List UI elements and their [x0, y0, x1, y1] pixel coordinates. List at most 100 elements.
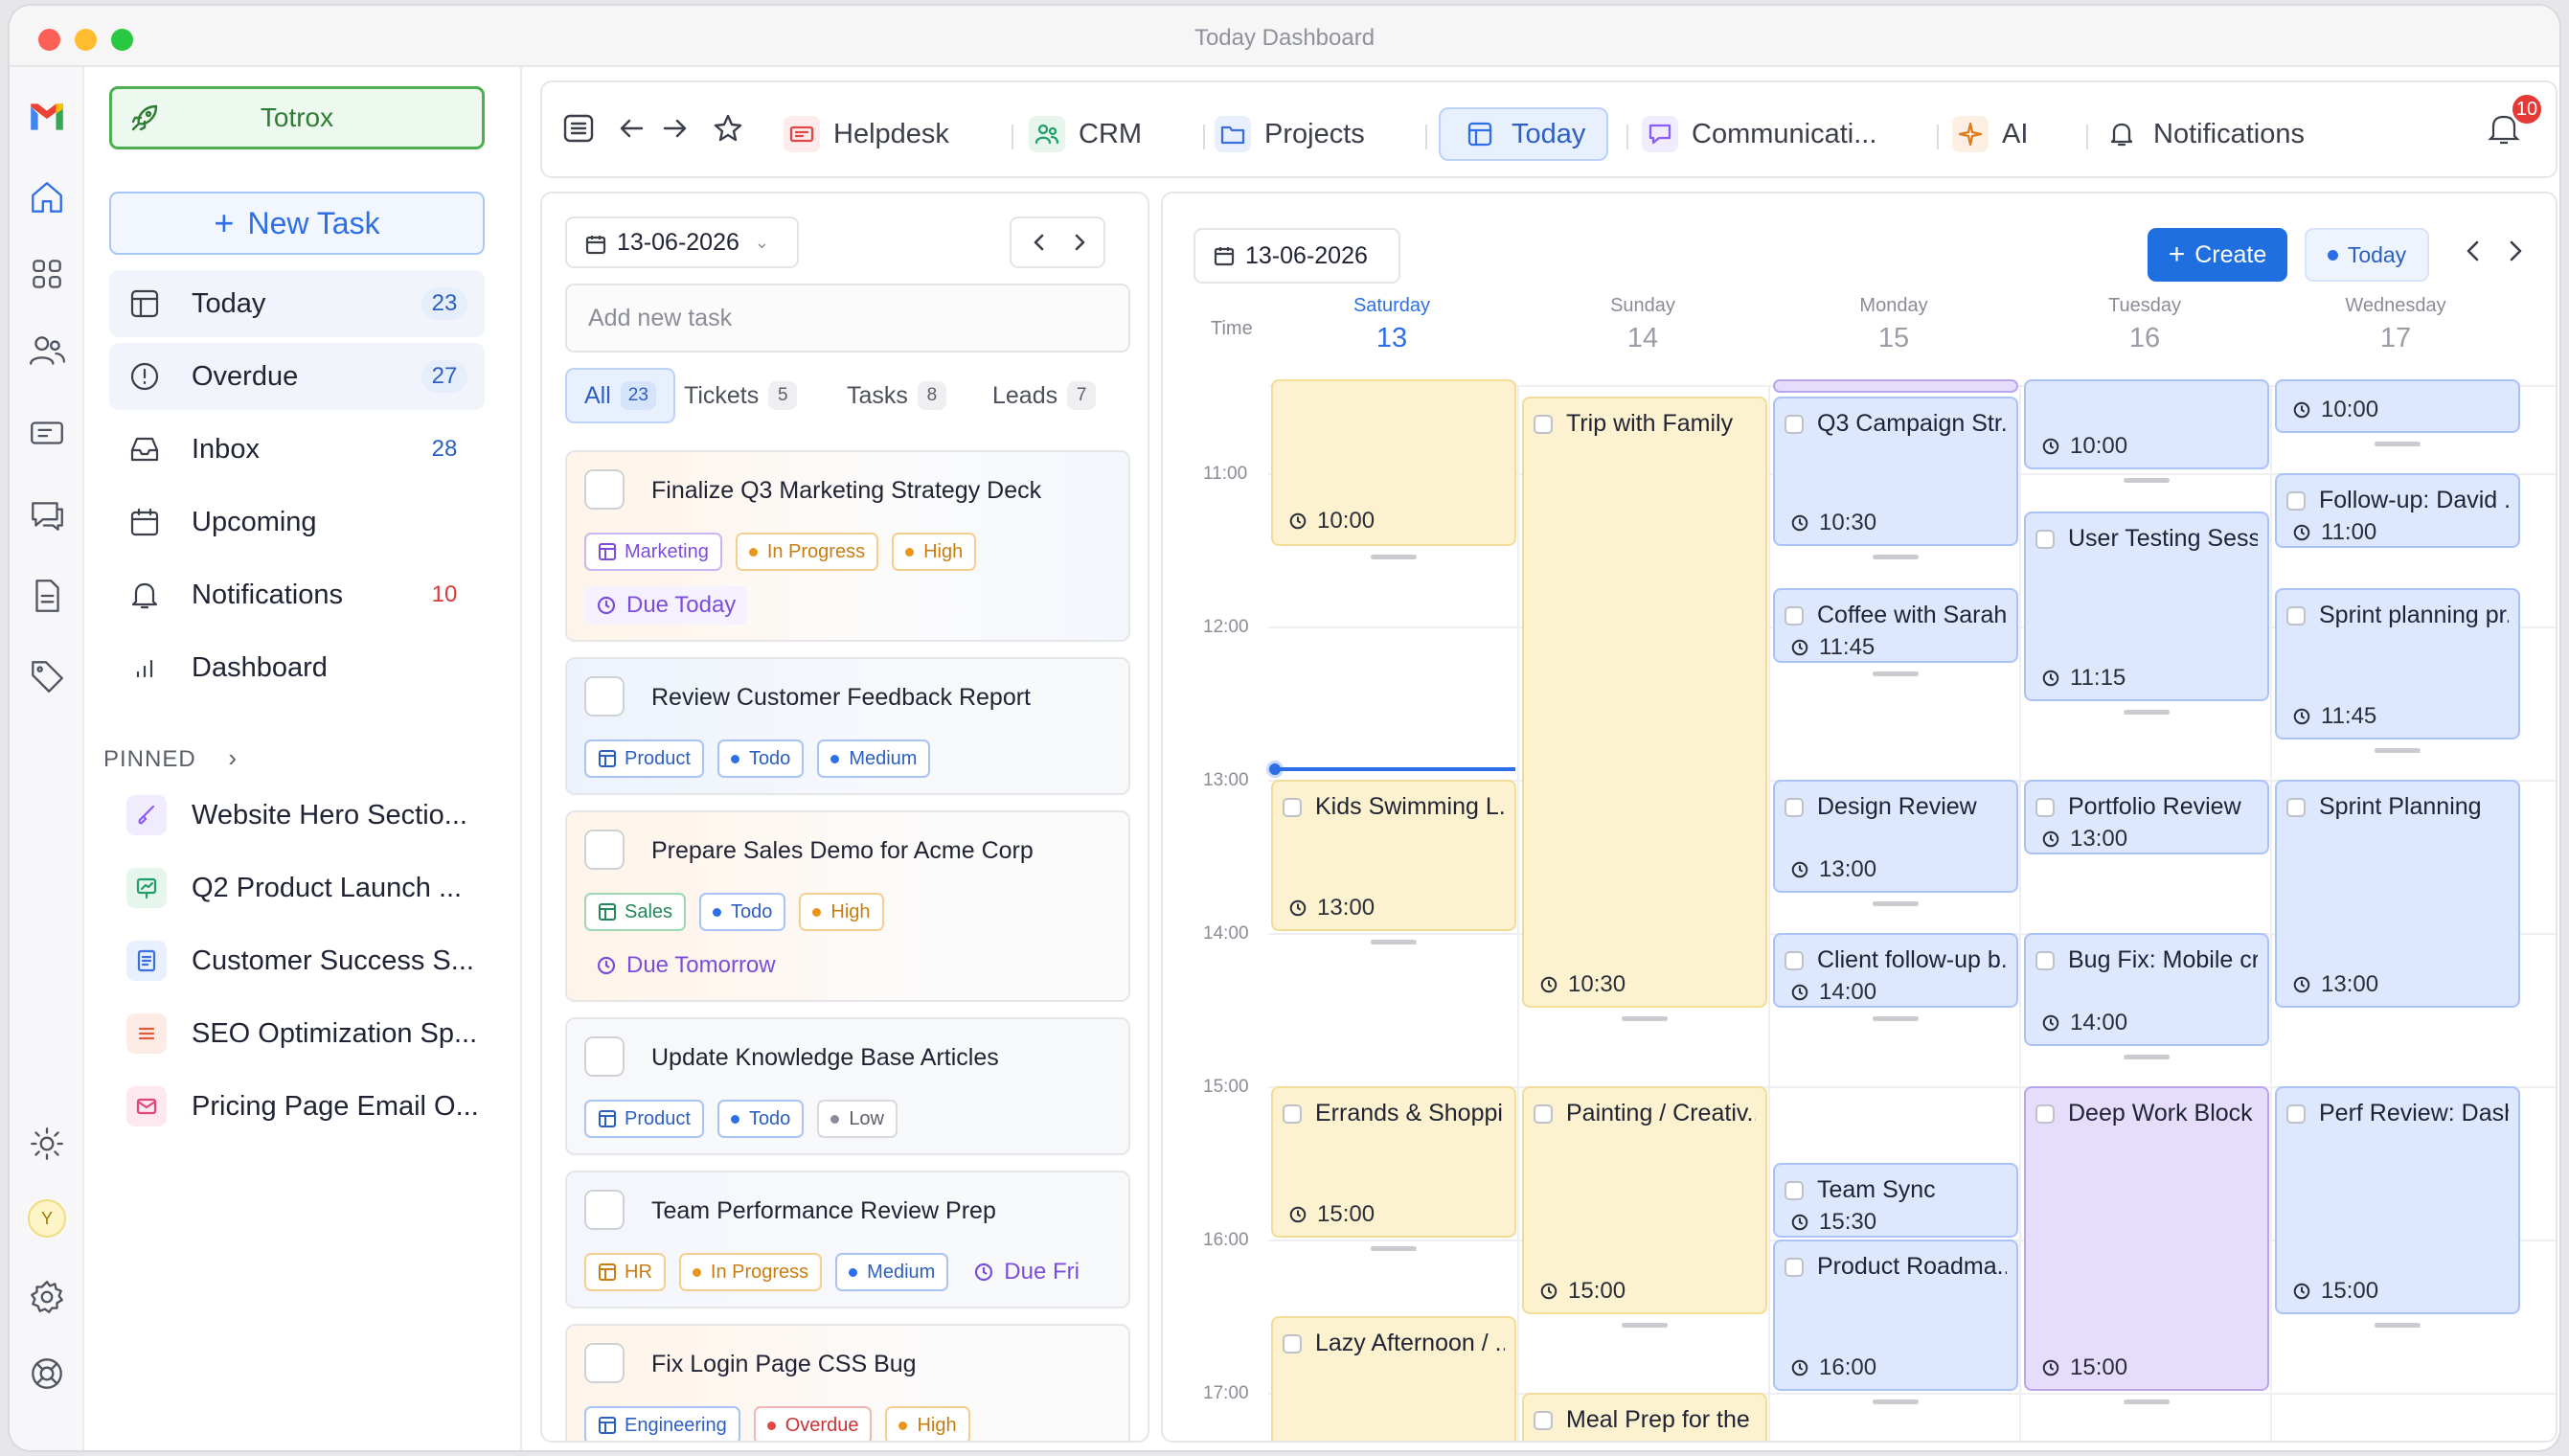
- calendar-event[interactable]: Painting / Creativ... 15:00: [1522, 1086, 1767, 1328]
- event-checkbox[interactable]: [1785, 950, 1804, 970]
- calendar-event[interactable]: Portfolio Review 13:00: [2024, 780, 2269, 854]
- nav-item-upcoming[interactable]: Upcoming: [109, 489, 485, 556]
- resize-handle[interactable]: [1371, 555, 1417, 559]
- task-checkbox[interactable]: [584, 1190, 625, 1230]
- calendar-event[interactable]: Client follow-up b... 14:00: [1773, 933, 2018, 1021]
- resize-handle[interactable]: [2124, 1055, 2170, 1059]
- event-checkbox[interactable]: [1785, 1257, 1804, 1277]
- document-icon[interactable]: [26, 575, 68, 617]
- event-checkbox[interactable]: [1283, 1103, 1302, 1124]
- resize-handle[interactable]: [1622, 1323, 1668, 1328]
- new-task-button[interactable]: + New Task: [109, 192, 485, 255]
- chat-icon[interactable]: [26, 494, 68, 536]
- ticket-icon[interactable]: [26, 412, 68, 454]
- event-checkbox[interactable]: [1283, 1333, 1302, 1354]
- filter-tab-all[interactable]: All 23: [565, 368, 675, 423]
- resize-handle[interactable]: [2124, 1399, 2170, 1404]
- pinned-section-header[interactable]: PINNED ›: [103, 743, 238, 773]
- task-checkbox[interactable]: [584, 676, 625, 717]
- calendar-event[interactable]: Team Sync 15:30: [1773, 1163, 2018, 1238]
- event-checkbox[interactable]: [1534, 1410, 1553, 1430]
- sun-theme-icon[interactable]: [26, 1123, 68, 1165]
- event-checkbox[interactable]: [1534, 1103, 1553, 1124]
- calendar-event[interactable]: Sprint planning pr... 11:45: [2275, 588, 2520, 753]
- task-card[interactable]: Update Knowledge Base Articles Product T…: [565, 1017, 1130, 1155]
- task-card[interactable]: Review Customer Feedback Report Product …: [565, 657, 1130, 795]
- nav-item-inbox[interactable]: Inbox 28: [109, 416, 485, 483]
- calendar-event[interactable]: User Testing Sessi... 11:15: [2024, 512, 2269, 715]
- calendar-event[interactable]: Sprint Planning 13:00: [2275, 780, 2520, 1008]
- tab-crm[interactable]: CRM: [1029, 107, 1142, 161]
- calendar-event[interactable]: 10:00: [1271, 379, 1516, 559]
- calendar-event[interactable]: Bug Fix: Mobile cr... 14:00: [2024, 933, 2269, 1059]
- resize-handle[interactable]: [1873, 901, 1919, 906]
- task-checkbox[interactable]: [584, 1343, 625, 1383]
- calendar-event[interactable]: 10:00: [2275, 379, 2520, 446]
- resize-handle[interactable]: [2375, 748, 2421, 753]
- tag-icon[interactable]: [26, 655, 68, 697]
- event-checkbox[interactable]: [2035, 1103, 2055, 1124]
- task-checkbox[interactable]: [584, 830, 625, 870]
- home-icon[interactable]: [26, 176, 68, 218]
- nav-item-overdue[interactable]: Overdue 27: [109, 343, 485, 410]
- resize-handle[interactable]: [2375, 1323, 2421, 1328]
- task-card[interactable]: Finalize Q3 Marketing Strategy Deck Mark…: [565, 450, 1130, 642]
- tab-helpdesk[interactable]: Helpdesk: [784, 107, 949, 161]
- resize-handle[interactable]: [1622, 1016, 1668, 1021]
- event-checkbox[interactable]: [2286, 490, 2306, 511]
- pinned-item[interactable]: Customer Success S...: [109, 927, 485, 994]
- event-checkbox[interactable]: [1283, 797, 1302, 817]
- nav-item-today[interactable]: Today 23: [109, 270, 485, 337]
- event-checkbox[interactable]: [2035, 950, 2055, 970]
- calendar-event[interactable]: 10:00: [2024, 379, 2269, 483]
- filter-tab-leads[interactable]: Leads 7: [992, 368, 1097, 423]
- event-checkbox[interactable]: [2286, 797, 2306, 817]
- star-icon[interactable]: [711, 111, 749, 149]
- resize-handle[interactable]: [1873, 1016, 1919, 1021]
- filter-tab-tickets[interactable]: Tickets 5: [684, 368, 798, 423]
- tab-ai[interactable]: AI: [1952, 107, 2028, 161]
- event-checkbox[interactable]: [1785, 797, 1804, 817]
- resize-handle[interactable]: [1873, 555, 1919, 559]
- resize-handle[interactable]: [2375, 442, 2421, 446]
- calendar-event[interactable]: Follow-up: David ... 11:00: [2275, 473, 2520, 548]
- task-card[interactable]: Prepare Sales Demo for Acme Corp Sales T…: [565, 810, 1130, 1002]
- calendar-event[interactable]: Coffee with Sarah 11:45: [1773, 588, 2018, 676]
- calendar-event-partial[interactable]: [1773, 379, 2018, 393]
- nav-item-notifications[interactable]: Notifications 10: [109, 561, 485, 628]
- event-checkbox[interactable]: [1534, 414, 1553, 434]
- resize-handle[interactable]: [1873, 1399, 1919, 1404]
- calendar-event[interactable]: Errands & Shoppi... 15:00: [1271, 1086, 1516, 1251]
- event-checkbox[interactable]: [2035, 529, 2055, 549]
- avatar[interactable]: Y: [26, 1197, 68, 1240]
- event-checkbox[interactable]: [1785, 414, 1804, 434]
- calendar-event[interactable]: Perf Review: Dash... 15:00: [2275, 1086, 2520, 1328]
- add-task-input[interactable]: Add new task: [565, 284, 1130, 353]
- users-icon[interactable]: [26, 330, 68, 372]
- nav-item-dashboard[interactable]: Dashboard: [109, 634, 485, 701]
- next-day-button[interactable]: [1069, 232, 1090, 253]
- calendar-event[interactable]: Meal Prep for the ...: [1522, 1393, 1767, 1441]
- resize-handle[interactable]: [1371, 1246, 1417, 1251]
- event-checkbox[interactable]: [2035, 797, 2055, 817]
- calendar-event[interactable]: Deep Work Block 15:00: [2024, 1086, 2269, 1404]
- task-date-picker[interactable]: 13-06-2026 ⌄: [565, 216, 799, 268]
- calendar-event[interactable]: Product Roadma... 16:00: [1773, 1240, 2018, 1404]
- resize-handle[interactable]: [1873, 671, 1919, 676]
- resize-handle[interactable]: [2124, 478, 2170, 483]
- calendar-event[interactable]: Q3 Campaign Str... 10:30: [1773, 397, 2018, 559]
- apps-grid-icon[interactable]: [26, 253, 68, 295]
- tab-today[interactable]: Today: [1439, 107, 1609, 161]
- tab-projects[interactable]: Projects: [1215, 107, 1365, 161]
- workspace-brand-button[interactable]: Totrox: [109, 86, 485, 149]
- calendar-event[interactable]: Design Review 13:00: [1773, 780, 2018, 906]
- pinned-item[interactable]: Website Hero Sectio...: [109, 782, 485, 849]
- menu-icon[interactable]: [561, 111, 600, 149]
- event-checkbox[interactable]: [2286, 1103, 2306, 1124]
- event-checkbox[interactable]: [1785, 605, 1804, 626]
- gmail-logo-icon[interactable]: [26, 96, 68, 138]
- calendar-event[interactable]: Kids Swimming L... 13:00: [1271, 780, 1516, 944]
- task-checkbox[interactable]: [584, 1036, 625, 1077]
- prev-day-button[interactable]: [1029, 232, 1050, 253]
- task-checkbox[interactable]: [584, 469, 625, 510]
